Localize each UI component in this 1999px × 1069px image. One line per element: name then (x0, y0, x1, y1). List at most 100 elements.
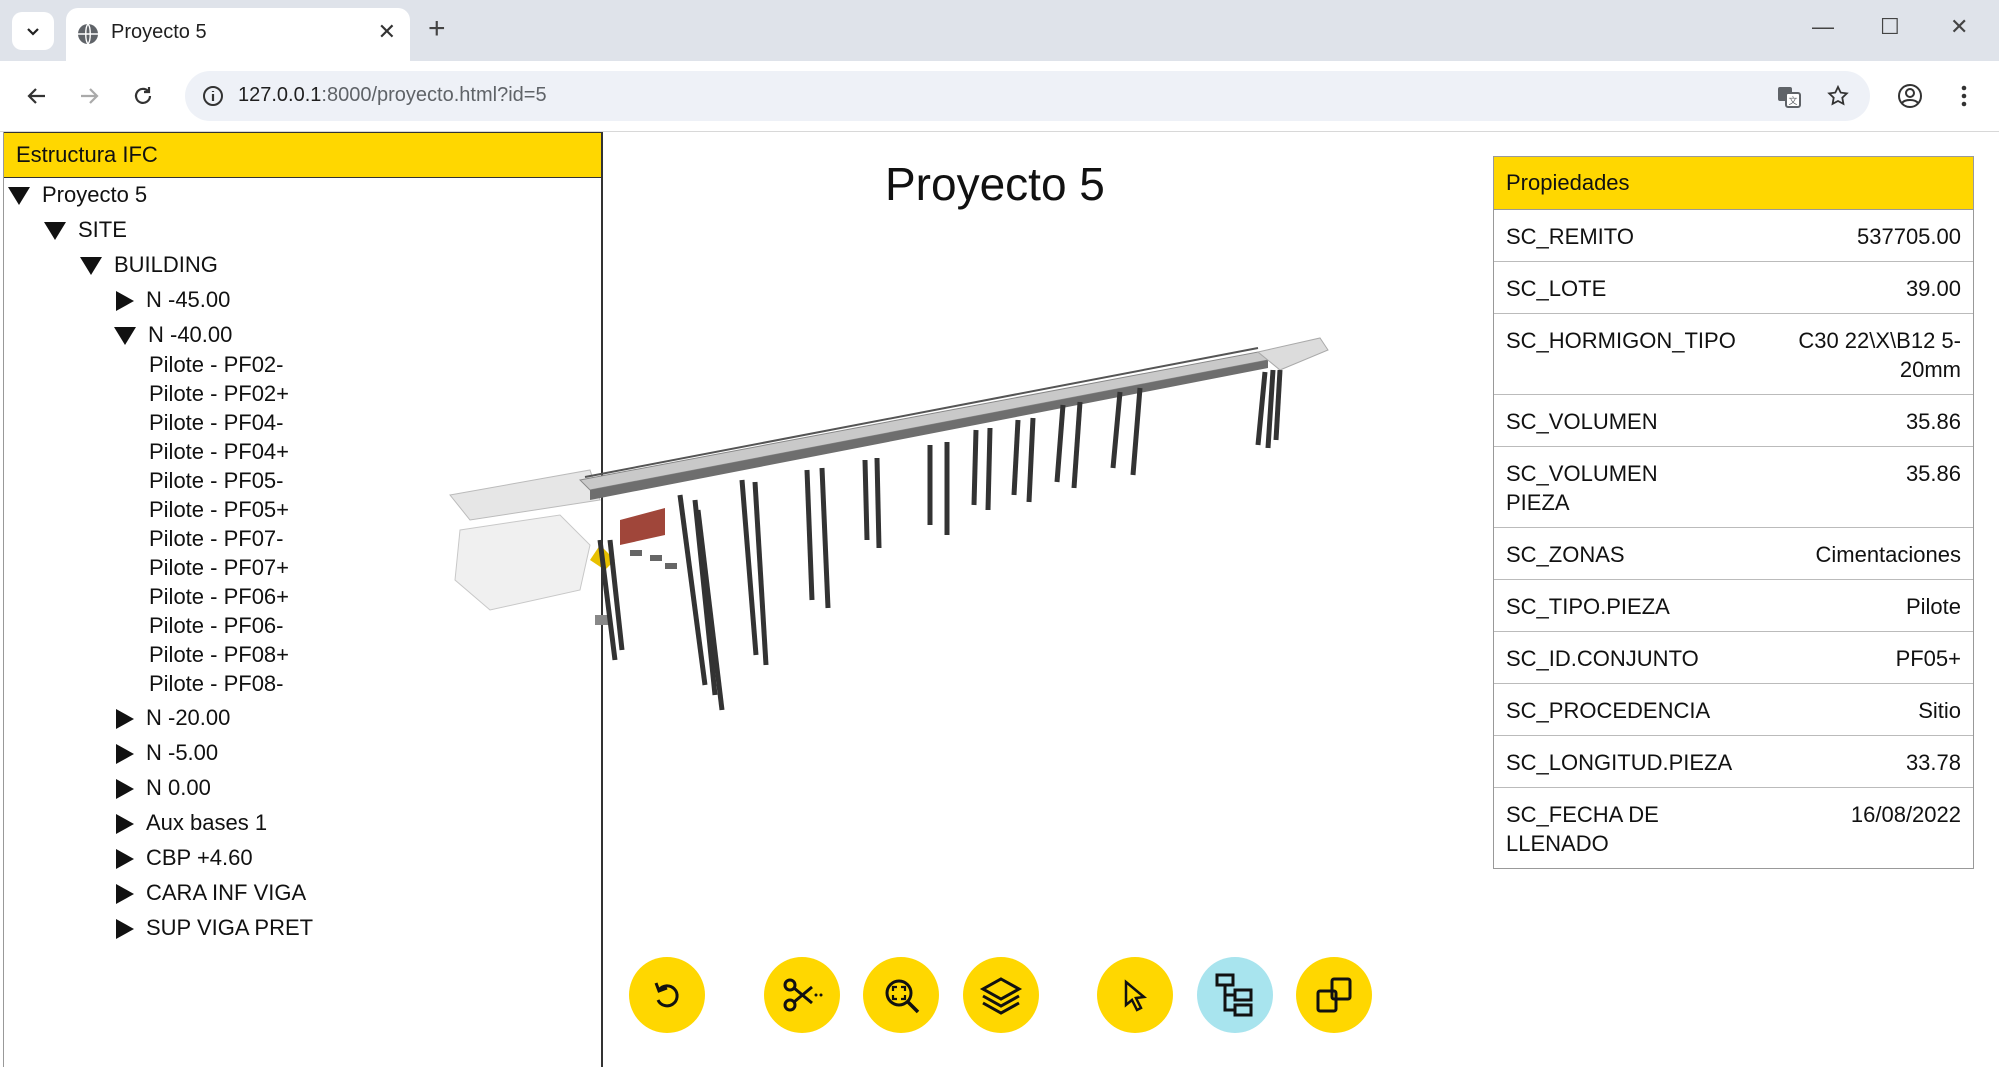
collapsed-caret-icon[interactable] (116, 919, 134, 940)
tree-leaf-pilote[interactable]: Pilote - PF06+ (149, 584, 289, 610)
address-bar[interactable]: 127.0.0.1:8000/proyecto.html?id=5 文 (185, 71, 1870, 121)
tab-close-icon[interactable]: ✕ (378, 19, 396, 45)
tree-leaf-pilote[interactable]: Pilote - PF08- (149, 671, 284, 697)
property-key: SC_LONGITUD.PIEZA (1506, 750, 1733, 775)
property-key: SC_PROCEDENCIA (1506, 698, 1711, 723)
tree-leaf-pilote[interactable]: Pilote - PF02- (149, 352, 284, 378)
tree-node-level[interactable]: N -5.00 (116, 740, 218, 766)
tree-node-level[interactable]: N -45.00 (116, 287, 230, 313)
property-row: SC_VOLUMEN 35.86 (1494, 395, 1973, 447)
tree-leaf-pilote[interactable]: Pilote - PF04+ (149, 439, 289, 465)
new-tab-button[interactable]: + (428, 12, 446, 46)
back-arrow-icon (27, 88, 45, 104)
info-icon[interactable] (201, 84, 225, 108)
collapsed-caret-icon[interactable] (116, 744, 134, 765)
reload-icon (134, 87, 152, 104)
expanded-caret-icon[interactable] (8, 187, 30, 206)
layers-button[interactable] (963, 957, 1039, 1033)
tree-leaf-pilote[interactable]: Pilote - PF04- (149, 410, 284, 436)
tree-view-button[interactable] (1197, 957, 1273, 1033)
property-row: SC_TIPO.PIEZA Pilote (1494, 580, 1973, 632)
property-value: Sitio (1918, 698, 1961, 723)
tree-leaf-pilote[interactable]: Pilote - PF06- (149, 613, 284, 639)
collapsed-caret-icon[interactable] (116, 814, 134, 835)
expanded-caret-icon[interactable] (80, 257, 102, 276)
property-value: 39.00 (1905, 276, 1961, 301)
property-row: SC_VOLUMEN PIEZA 35.86 (1494, 447, 1973, 528)
property-row: SC_FECHA DE LLENADO 16/08/2022 (1494, 788, 1973, 868)
browser-tab[interactable]: Proyecto 5 ✕ (66, 8, 410, 61)
property-row: SC_ZONAS Cimentaciones (1494, 528, 1973, 580)
tree-node-level[interactable]: Aux bases 1 (116, 810, 267, 836)
cursor-icon (1124, 979, 1148, 1012)
3d-viewport[interactable] (440, 330, 1340, 810)
collapsed-caret-icon[interactable] (116, 884, 134, 905)
chevron-down-icon (27, 28, 39, 36)
property-row: SC_ID.CONJUNTO PF05+ (1494, 632, 1973, 684)
select-button[interactable] (1097, 957, 1173, 1033)
maximize-button[interactable]: ☐ (1880, 14, 1900, 40)
translate-icon[interactable]: 文 (1776, 84, 1802, 110)
property-value: C30 22\X\B12 5-20mm (1798, 328, 1961, 382)
collapsed-caret-icon[interactable] (116, 709, 134, 730)
collapsed-caret-icon[interactable] (116, 779, 134, 800)
tab-title: Proyecto 5 (111, 21, 207, 43)
expanded-caret-icon[interactable] (44, 222, 66, 241)
properties-panel: Propiedades SC_REMITO 537705.00 SC_LOTE 39… (1493, 156, 1974, 869)
profile-icon[interactable] (1896, 82, 1924, 110)
tree-node-level[interactable]: N 0.00 (116, 775, 211, 801)
forward-button[interactable] (74, 81, 104, 111)
property-key: SC_ID.CONJUNTO (1506, 646, 1699, 671)
tree-node-site[interactable]: SITE (44, 217, 127, 243)
close-window-button[interactable]: ✕ (1950, 14, 1968, 40)
property-row: SC_REMITO 537705.00 (1494, 210, 1973, 262)
property-row: SC_PROCEDENCIA Sitio (1494, 684, 1973, 736)
browser-tab-bar: Proyecto 5 ✕ + — ☐ ✕ (0, 0, 1999, 61)
minimize-button[interactable]: — (1812, 14, 1834, 40)
compare-button[interactable] (1296, 957, 1372, 1033)
bridge-deck (578, 337, 1329, 500)
property-value: 16/08/2022 (1850, 802, 1961, 827)
more-menu-icon[interactable] (1952, 82, 1976, 110)
tree-node-project[interactable]: Proyecto 5 (8, 182, 147, 208)
tree-node-level[interactable]: SUP VIGA PRET (116, 915, 313, 941)
property-value: PF05+ (1895, 646, 1961, 671)
url-host: 127.0.0.1 (238, 84, 322, 106)
reset-view-button[interactable] (629, 957, 705, 1033)
compare-icon (1316, 977, 1352, 1013)
tree-hierarchy-icon (1215, 973, 1253, 1017)
tree-leaf-pilote[interactable]: Pilote - PF02+ (149, 381, 289, 407)
property-key: SC_VOLUMEN (1506, 409, 1658, 434)
collapsed-caret-icon[interactable] (116, 849, 134, 870)
section-cut-button[interactable] (764, 957, 840, 1033)
tree-leaf-pilote[interactable]: Pilote - PF07- (149, 526, 284, 552)
bookmark-star-icon[interactable] (1826, 84, 1850, 108)
zoom-fit-button[interactable] (863, 957, 939, 1033)
tree-leaf-pilote[interactable]: Pilote - PF05+ (149, 497, 289, 523)
property-row: SC_LONGITUD.PIEZA 33.78 (1494, 736, 1973, 788)
tree-node-level[interactable]: N -20.00 (116, 705, 230, 731)
property-key: SC_VOLUMEN PIEZA (1506, 461, 1658, 515)
collapsed-caret-icon[interactable] (116, 291, 134, 312)
tab-search-button[interactable] (12, 12, 54, 50)
property-value: Pilote (1905, 594, 1961, 619)
url-text[interactable]: 127.0.0.1:8000/proyecto.html?id=5 (238, 84, 547, 107)
tree-leaf-pilote[interactable]: Pilote - PF08+ (149, 642, 289, 668)
property-key: SC_ZONAS (1506, 542, 1625, 567)
tree-node-level[interactable]: CARA INF VIGA (116, 880, 306, 906)
tree-node-level[interactable]: CBP +4.60 (116, 845, 253, 871)
back-button[interactable] (22, 81, 52, 111)
tree-node-level[interactable]: N -40.00 (114, 322, 232, 348)
project-title: Proyecto 5 (885, 158, 1105, 210)
reset-icon (654, 982, 679, 1008)
zoom-fit-icon (885, 979, 920, 1014)
tree-node-building[interactable]: BUILDING (80, 252, 218, 278)
forward-arrow-icon (81, 88, 99, 104)
property-row: SC_HORMIGON_TIPO C30 22\X\B12 5-20mm (1494, 314, 1973, 395)
tree-leaf-pilote[interactable]: Pilote - PF05- (149, 468, 284, 494)
expanded-caret-icon[interactable] (114, 327, 136, 346)
reload-button[interactable] (128, 81, 158, 111)
layers-icon (979, 977, 1023, 1015)
svg-text:文: 文 (1788, 95, 1797, 107)
tree-leaf-pilote[interactable]: Pilote - PF07+ (149, 555, 289, 581)
